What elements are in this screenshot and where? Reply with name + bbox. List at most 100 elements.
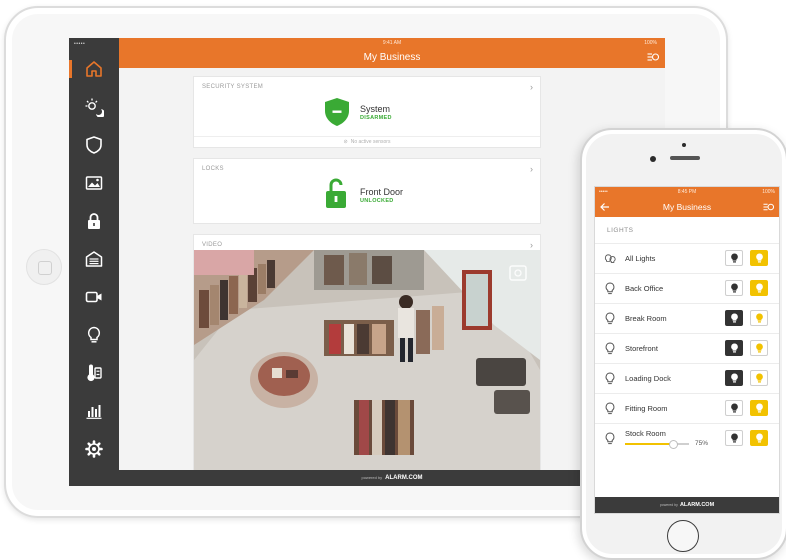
- sidebar-item-security[interactable]: [69, 131, 119, 159]
- camera-feed[interactable]: [194, 250, 540, 471]
- light-off-button[interactable]: [725, 280, 743, 296]
- lightbulb-icon: [604, 402, 616, 415]
- light-row[interactable]: Break Room: [595, 303, 779, 333]
- bar-chart-icon: [86, 405, 102, 419]
- card-label: LOCKS: [202, 166, 224, 172]
- chevron-right-icon[interactable]: ›: [530, 164, 533, 174]
- security-name: System: [360, 104, 391, 114]
- light-on-button[interactable]: [750, 340, 768, 356]
- status-battery: 100%: [644, 40, 657, 46]
- brightness-slider[interactable]: [625, 440, 689, 449]
- lights-rows: All Lights Back Office Break Room Storefron…: [595, 243, 779, 453]
- sidebar-item-thermostat[interactable]: [69, 359, 119, 387]
- light-off-button[interactable]: [725, 370, 743, 386]
- light-off-button[interactable]: [725, 310, 743, 326]
- sidebar-item-video[interactable]: [69, 283, 119, 311]
- security-system-card[interactable]: SECURITY SYSTEM › System DISARMED ⊘ No ac…: [193, 76, 541, 148]
- light-off-button[interactable]: [725, 400, 743, 416]
- sidebar-item-images[interactable]: [69, 169, 119, 197]
- multi-lightbulb-icon: [604, 252, 616, 265]
- section-header: LIGHTS: [607, 227, 634, 234]
- garage-icon: [85, 251, 103, 267]
- status-time: 8:45 PM: [677, 189, 697, 195]
- lightbulb-icon: [604, 432, 616, 445]
- phone-header: ••••• 8:45 PM 100% My Business: [595, 187, 779, 217]
- light-row[interactable]: Back Office: [595, 273, 779, 303]
- thermostat-icon: [87, 364, 102, 382]
- status-time: 9:41 AM: [382, 40, 402, 46]
- light-name: Storefront: [625, 344, 658, 353]
- lock-icon: [88, 213, 100, 229]
- status-signal: •••••: [74, 41, 86, 47]
- security-status: DISARMED: [360, 115, 392, 121]
- light-off-button[interactable]: [725, 250, 743, 266]
- phone-sensor: [682, 143, 686, 147]
- sidebar-item-home[interactable]: [69, 55, 119, 83]
- lock-name: Front Door: [360, 187, 404, 197]
- lightbulb-icon: [604, 312, 616, 325]
- lightbulb-icon: [604, 282, 616, 295]
- light-row[interactable]: Storefront: [595, 333, 779, 363]
- powered-by-text: powered by: [361, 475, 383, 480]
- sensor-status: No active sensors: [350, 139, 391, 145]
- lightbulb-icon: [87, 326, 101, 343]
- options-icon[interactable]: [763, 202, 774, 212]
- security-footer: ⊘ No active sensors: [194, 136, 540, 147]
- light-on-button[interactable]: [750, 370, 768, 386]
- tablet-screen: ••••• 9:41 AM 100% My Business SECURITY …: [69, 38, 665, 486]
- phone-screen: ••••• 8:45 PM 100% My Business LIGHTS Al…: [594, 186, 780, 514]
- powered-by-footer: powered by ALARM.COM: [595, 497, 779, 513]
- lock-status: UNLOCKED: [360, 198, 394, 204]
- brand-logo: ALARM.COM: [385, 475, 423, 481]
- brand-logo: ALARM.COM: [679, 502, 715, 508]
- home-icon: [86, 61, 102, 77]
- sidebar-item-automation[interactable]: [69, 93, 119, 121]
- light-name: Fitting Room: [625, 404, 668, 413]
- light-row[interactable]: All Lights: [595, 243, 779, 273]
- lightbulb-icon: [604, 372, 616, 385]
- light-on-button[interactable]: [750, 400, 768, 416]
- light-row[interactable]: Loading Dock: [595, 363, 779, 393]
- light-name: Loading Dock: [625, 374, 671, 383]
- light-name: Back Office: [625, 284, 664, 293]
- page-title: My Business: [662, 202, 712, 212]
- status-battery: 100%: [762, 189, 775, 195]
- brightness-value: 75%: [695, 440, 709, 447]
- store-camera-image: [194, 250, 540, 471]
- light-off-button[interactable]: [725, 430, 743, 446]
- phone-camera: [650, 156, 656, 162]
- chevron-right-icon[interactable]: ›: [530, 82, 533, 92]
- sidebar-item-reports[interactable]: [69, 397, 119, 425]
- video-card[interactable]: VIDEO ›: [193, 234, 541, 472]
- phone-home-button[interactable]: [667, 520, 699, 552]
- light-on-button[interactable]: [750, 280, 768, 296]
- light-name: All Lights: [625, 254, 656, 263]
- light-row[interactable]: Fitting Room: [595, 393, 779, 423]
- video-camera-icon: [85, 291, 102, 303]
- options-icon[interactable]: [647, 52, 659, 62]
- unlocked-icon: [326, 178, 346, 208]
- shield-icon: [86, 136, 102, 154]
- locks-card[interactable]: LOCKS › Front Door UNLOCKED: [193, 158, 541, 224]
- card-label: SECURITY SYSTEM: [202, 84, 264, 90]
- gear-icon: [85, 440, 103, 458]
- powered-by-text: powered by: [659, 503, 678, 507]
- sidebar-item-settings[interactable]: [69, 435, 119, 463]
- light-on-button[interactable]: [750, 430, 768, 446]
- light-on-button[interactable]: [750, 250, 768, 266]
- image-icon: [85, 176, 103, 190]
- lightbulb-icon: [604, 342, 616, 355]
- tablet-home-button[interactable]: [26, 249, 62, 285]
- light-on-button[interactable]: [750, 310, 768, 326]
- light-off-button[interactable]: [725, 340, 743, 356]
- sidebar-item-lights[interactable]: [69, 321, 119, 349]
- slider-knob[interactable]: [669, 440, 678, 449]
- light-row[interactable]: Stock Room 75%: [595, 423, 779, 453]
- chevron-right-icon[interactable]: ›: [530, 240, 533, 250]
- card-label: VIDEO: [202, 242, 223, 248]
- sidebar-item-locks[interactable]: [69, 207, 119, 235]
- shield-disarmed-icon: [325, 98, 349, 126]
- lights-list: LIGHTS All Lights Back Office Break Room St…: [595, 217, 779, 453]
- sidebar-item-garage[interactable]: [69, 245, 119, 273]
- light-name: Break Room: [625, 314, 667, 323]
